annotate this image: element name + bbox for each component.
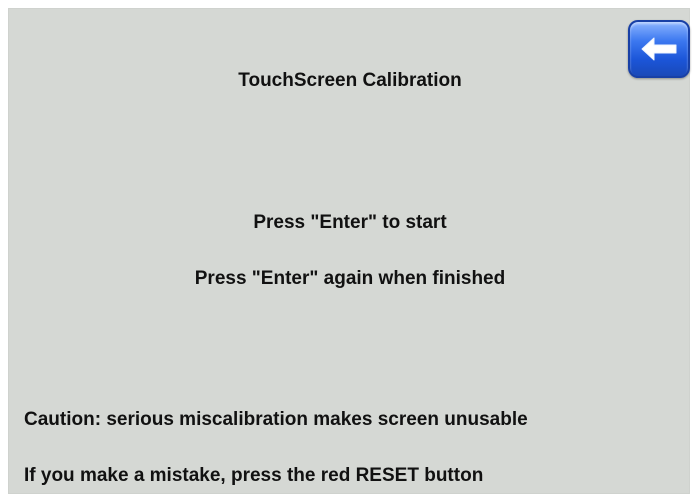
calibration-screen: TouchScreen Calibration Press "Enter" to… bbox=[0, 0, 692, 501]
caution-text: Caution: serious miscalibration makes sc… bbox=[24, 409, 528, 430]
instruction-start: Press "Enter" to start bbox=[253, 212, 447, 233]
page-title: TouchScreen Calibration bbox=[238, 70, 462, 91]
arrow-left-icon bbox=[641, 37, 677, 61]
calibration-panel: TouchScreen Calibration Press "Enter" to… bbox=[8, 8, 690, 494]
back-button[interactable] bbox=[628, 20, 690, 78]
reset-hint-text: If you make a mistake, press the red RES… bbox=[24, 465, 484, 486]
instruction-finish: Press "Enter" again when finished bbox=[194, 268, 506, 289]
